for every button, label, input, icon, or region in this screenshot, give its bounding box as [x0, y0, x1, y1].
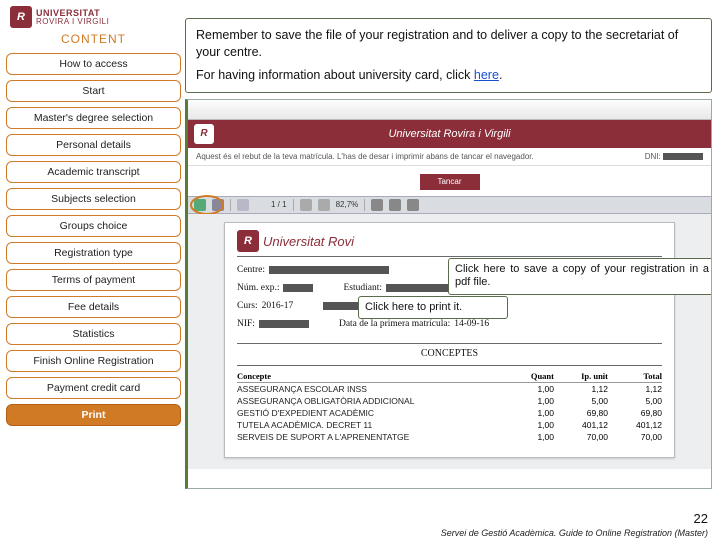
page-number: 22	[694, 511, 708, 526]
sidebar-item-print[interactable]: Print	[6, 404, 181, 426]
urv-banner: R Universitat Rovira i Virgili	[188, 120, 711, 148]
pdf-logo-icon: R	[237, 230, 259, 252]
sidebar-item-statistics[interactable]: Statistics	[6, 323, 181, 345]
university-logo: R UNIVERSITAT ROVIRA I VIRGILI	[10, 6, 109, 28]
fees-table: Concepte Quant Ip. unit Total ASSEGURANÇ…	[237, 365, 662, 443]
sidebar-item-subjects-selection[interactable]: Subjects selection	[6, 188, 181, 210]
tool-icon[interactable]	[407, 199, 419, 211]
sidebar-item-terms-of-payment[interactable]: Terms of payment	[6, 269, 181, 291]
sidebar-item-academic-transcript[interactable]: Academic transcript	[6, 161, 181, 183]
logo-text: UNIVERSITAT ROVIRA I VIRGILI	[36, 9, 109, 26]
instruction-line-2: For having information about university …	[196, 67, 701, 84]
page-indicator: 1 / 1	[271, 200, 287, 209]
print-icon[interactable]	[212, 199, 224, 211]
mail-icon[interactable]	[237, 199, 249, 211]
main-content: Remember to save the file of your regist…	[185, 18, 712, 520]
zoom-out-icon[interactable]	[300, 199, 312, 211]
info-strip: Aquest és el rebut de la teva matrícula.…	[188, 148, 711, 166]
footer-text: Servei de Gestió Acadèmica. Guide to Onl…	[441, 528, 708, 538]
card-info-link[interactable]: here	[474, 68, 499, 82]
embedded-screenshot: R Universitat Rovira i Virgili Aquest és…	[185, 99, 712, 489]
pdf-viewport: R Universitat Rovi Centre: Reial Decret:…	[188, 214, 711, 469]
tool-icon[interactable]	[371, 199, 383, 211]
sidebar-heading: CONTENT	[6, 32, 181, 46]
urv-badge-icon: R	[194, 124, 214, 144]
sidebar-item-fee-details[interactable]: Fee details	[6, 296, 181, 318]
instruction-line-1: Remember to save the file of your regist…	[196, 27, 701, 61]
sidebar-item-how-to-access[interactable]: How to access	[6, 53, 181, 75]
sidebar-item-start[interactable]: Start	[6, 80, 181, 102]
sidebar-item-payment-credit-card[interactable]: Payment credit card	[6, 377, 181, 399]
zoom-level: 82,7%	[336, 200, 359, 209]
print-tip: Click here to print it.	[358, 296, 508, 320]
sidebar-item-master-s-degree-selection[interactable]: Master's degree selection	[6, 107, 181, 129]
pdf-toolbar: 1 / 1 82,7%	[188, 196, 711, 214]
sidebar: CONTENT How to access Start Master's degre…	[6, 32, 181, 426]
sidebar-item-groups-choice[interactable]: Groups choice	[6, 215, 181, 237]
table-row: GESTIÓ D'EXPEDIENT ACADÈMIC1,0069,8069,8…	[237, 407, 662, 419]
zoom-in-icon[interactable]	[318, 199, 330, 211]
browser-chrome	[188, 100, 711, 120]
conceptes-heading: CONCEPTES	[237, 343, 662, 359]
table-header: Concepte Quant Ip. unit Total	[237, 370, 662, 383]
table-row: TUTELA ACADÈMICA. DECRET 111,00401,12401…	[237, 419, 662, 431]
logo-badge-icon: R	[10, 6, 32, 28]
sidebar-item-personal-details[interactable]: Personal details	[6, 134, 181, 156]
table-row: SERVEIS DE SUPORT A L'APRENENTATGE1,0070…	[237, 431, 662, 443]
save-icon[interactable]	[194, 199, 206, 211]
close-button[interactable]: Tancar	[420, 174, 480, 190]
sidebar-item-registration-type[interactable]: Registration type	[6, 242, 181, 264]
save-tip: Click here to save a copy of your regist…	[448, 258, 712, 296]
pdf-logo-text: Universitat Rovi	[263, 234, 354, 249]
instruction-box: Remember to save the file of your regist…	[185, 18, 712, 93]
table-row: ASSEGURANÇA ESCOLAR INSS1,001,121,12	[237, 383, 662, 395]
tool-icon[interactable]	[389, 199, 401, 211]
sidebar-item-finish-online-registration[interactable]: Finish Online Registration	[6, 350, 181, 372]
table-row: ASSEGURANÇA OBLIGATÒRIA ADDICIONAL1,005,…	[237, 395, 662, 407]
